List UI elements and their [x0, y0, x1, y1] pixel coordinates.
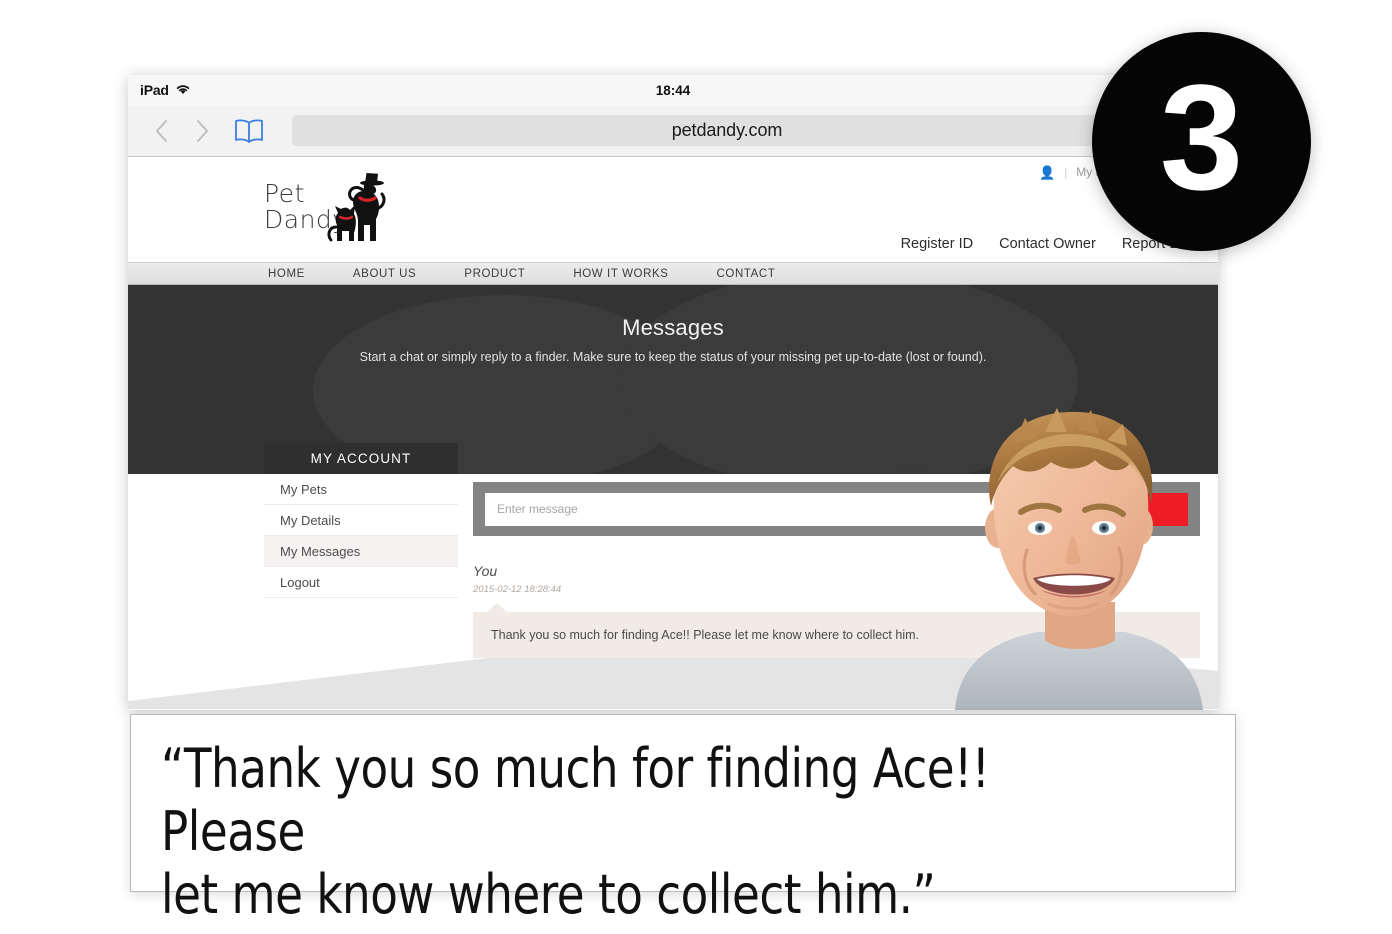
browser-toolbar: petdandy.com	[128, 105, 1218, 157]
sidebar-item-my-details[interactable]: My Details	[264, 505, 458, 536]
message-author: You	[473, 563, 498, 579]
send-button[interactable]	[1132, 492, 1188, 526]
book-icon	[235, 119, 263, 143]
page-body: My Pets My Details My Messages Logout En…	[128, 474, 1218, 709]
status-bar-clock: 18:44	[655, 82, 691, 98]
sidebar-header: MY ACCOUNT	[264, 443, 458, 474]
ipad-browser-window: iPad 18:44 petdandy.com 👤 | My Pet Dandy…	[128, 75, 1218, 710]
sidebar-item-my-messages[interactable]: My Messages	[264, 536, 458, 567]
caption-line-1: “Thank you so much for finding Ace!! Ple…	[161, 737, 990, 864]
caption-box: “Thank you so much for finding Ace!! Ple…	[130, 714, 1236, 926]
message-input[interactable]	[485, 492, 1124, 526]
site-header: 👤 | My account Language Pet Dandy	[128, 157, 1218, 262]
utility-separator: |	[1064, 165, 1068, 179]
nav-item-contact[interactable]: CONTACT	[717, 268, 776, 280]
nav-item-product[interactable]: PRODUCT	[464, 268, 525, 280]
chevron-left-icon	[156, 119, 167, 142]
web-page: 👤 | My account Language Pet Dandy	[128, 157, 1218, 709]
user-icon: 👤	[1038, 164, 1056, 180]
url-bar[interactable]: petdandy.com	[292, 115, 1162, 146]
caption-line-2: let me know where to collect him.”	[161, 863, 936, 927]
message-text: Thank you so much for finding Ace!! Plea…	[491, 628, 919, 642]
hero-subtitle: Start a chat or simply reply to a finder…	[359, 350, 987, 364]
sidebar-item-label: Logout	[280, 574, 320, 590]
badge-number: 3	[1159, 52, 1244, 221]
hero-title: Messages	[622, 315, 724, 340]
sidebar-item-my-pets[interactable]: My Pets	[264, 474, 458, 505]
message-timestamp: 2015-02-12 18:28:44	[473, 584, 562, 595]
account-sidebar: My Pets My Details My Messages Logout	[264, 474, 458, 598]
messages-panel: You 2015-02-12 18:28:44 Thank you so muc…	[473, 482, 1200, 658]
sidebar-item-logout[interactable]: Logout	[264, 567, 458, 598]
nav-item-about-us[interactable]: ABOUT US	[353, 268, 416, 280]
url-text: petdandy.com	[671, 120, 783, 140]
link-contact-owner[interactable]: Contact Owner	[999, 236, 1096, 252]
back-button[interactable]	[142, 111, 182, 151]
sidebar-item-label: My Details	[280, 512, 341, 528]
nav-item-how-it-works[interactable]: HOW IT WORKS	[573, 268, 668, 280]
dog-and-cat-icon	[324, 169, 394, 254]
link-register-id[interactable]: Register ID	[901, 236, 974, 252]
message-composer	[473, 482, 1200, 536]
site-navigation: HOME ABOUT US PRODUCT HOW IT WORKS CONTA…	[128, 262, 1218, 285]
nav-item-home[interactable]: HOME	[268, 268, 305, 280]
sidebar-item-label: My Messages	[280, 543, 361, 559]
site-logo[interactable]: Pet Dandy	[264, 169, 394, 249]
bookmarks-button[interactable]	[228, 111, 270, 151]
step-number-badge: 3	[1092, 32, 1311, 251]
forward-button[interactable]	[182, 111, 222, 151]
sidebar-item-label: My Pets	[280, 481, 327, 497]
screenshot-stage: iPad 18:44 petdandy.com 👤 | My Pet Dandy…	[0, 0, 1392, 934]
hero-banner: Messages Start a chat or simply reply to…	[128, 285, 1218, 474]
ipad-status-bar: iPad 18:44	[128, 75, 1218, 105]
chevron-right-icon	[197, 119, 208, 142]
message-bubble: Thank you so much for finding Ace!! Plea…	[473, 603, 1200, 658]
